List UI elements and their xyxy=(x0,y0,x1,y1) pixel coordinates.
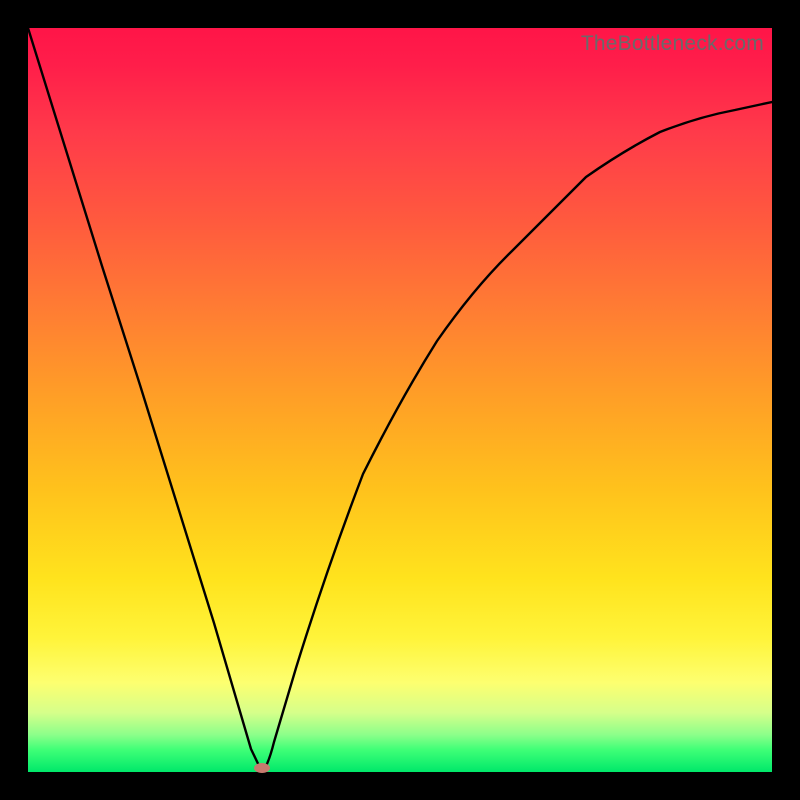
bottleneck-curve xyxy=(28,28,772,772)
chart-frame: TheBottleneck.com xyxy=(0,0,800,800)
minimum-marker xyxy=(254,763,270,773)
curve-path xyxy=(28,28,772,772)
plot-area: TheBottleneck.com xyxy=(28,28,772,772)
